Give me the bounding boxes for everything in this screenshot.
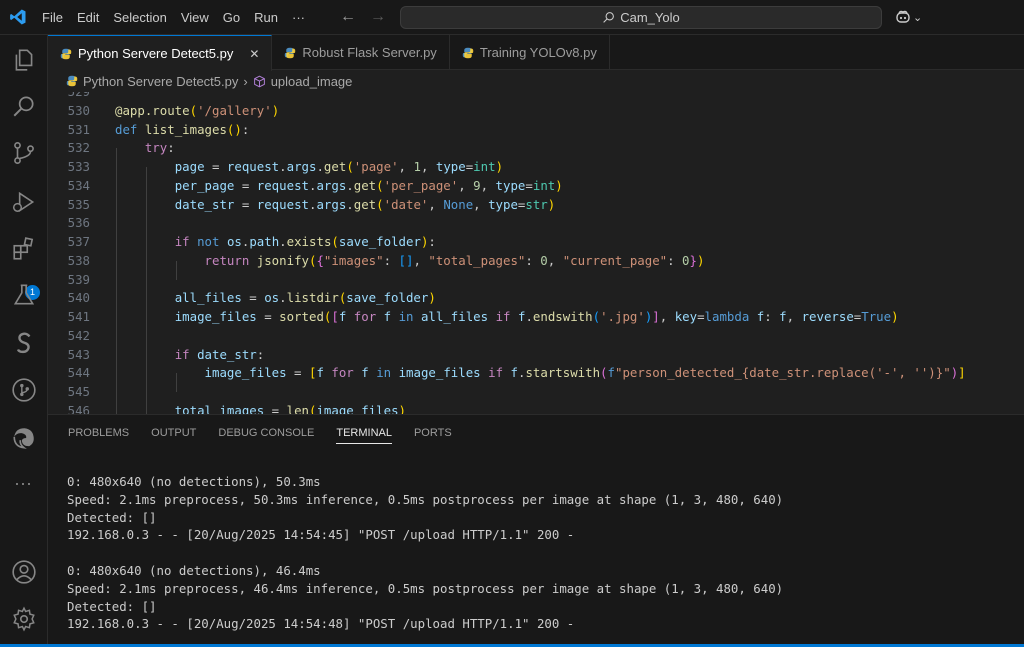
tab-label: Robust Flask Server.py (302, 45, 437, 60)
navigation-controls: ← → (340, 8, 386, 26)
code-text: if not os.path.exists(save_folder): (174, 234, 436, 249)
menu-bar: File Edit Selection View Go Run ··· (35, 0, 312, 35)
breadcrumb-separator: › (243, 73, 248, 89)
terminal-line: Speed: 2.1ms preprocess, 46.4ms inferenc… (67, 580, 784, 596)
s-extension-icon[interactable] (11, 330, 37, 356)
gear-icon[interactable] (11, 606, 37, 632)
code-line: 534 per_page = request.args.get('per_pag… (48, 177, 1024, 196)
code-line: 536 (67, 215, 90, 230)
terminal-output[interactable]: 0: 480x640 (no detections), 50.3ms Speed… (67, 473, 783, 633)
code-text: page = request.args.get('page', 1, type=… (174, 159, 504, 174)
code-line: 541 image_files = sorted([f for f in all… (48, 308, 1024, 327)
code-text: def list_images(): (115, 122, 250, 137)
code-editor[interactable]: 529 530@app.route('/gallery') 531def lis… (48, 92, 1024, 414)
terminal-line: Speed: 2.1ms preprocess, 50.3ms inferenc… (67, 491, 784, 507)
explorer-files-icon[interactable] (11, 47, 37, 73)
terminal-line: 0: 480x640 (no detections), 50.3ms (67, 474, 321, 489)
tab-training-yolov8[interactable]: Training YOLOv8.py (450, 35, 610, 70)
back-arrow-icon[interactable]: ← (340, 8, 356, 26)
code-text: image_files = [f for f in image_files if… (204, 365, 966, 380)
close-icon[interactable]: ✕ (249, 47, 259, 61)
code-line: 537 if not os.path.exists(save_folder): (48, 233, 1024, 252)
code-text: if date_str: (174, 347, 265, 362)
code-line: 538 return jsonify({"images": [], "total… (48, 252, 1024, 271)
menu-more[interactable]: ··· (285, 10, 312, 25)
extensions-icon[interactable] (11, 236, 37, 262)
panel-tabs: PROBLEMS OUTPUT DEBUG CONSOLE TERMINAL P… (68, 427, 452, 444)
code-text: @app.route('/gallery') (115, 103, 280, 118)
copilot-icon (896, 10, 910, 23)
code-line: 540 all_files = os.listdir(save_folder) (48, 289, 1024, 308)
python-file-icon (66, 75, 78, 87)
code-line: 531 def list_images(): (48, 121, 1024, 140)
breadcrumb-file[interactable]: Python Servere Detect5.py (83, 74, 238, 89)
copilot-menu[interactable]: ⌄ (895, 9, 922, 25)
testing-flask-icon[interactable] (11, 282, 37, 308)
terminal-line: 192.168.0.3 - - [20/Aug/2025 14:54:45] "… (67, 527, 575, 543)
python-file-icon (60, 48, 72, 59)
tab-problems[interactable]: PROBLEMS (68, 427, 129, 444)
search-text: Cam_Yolo (620, 10, 680, 25)
title-bar: File Edit Selection View Go Run ··· ← → … (0, 0, 1024, 35)
more-views-icon[interactable]: ··· (14, 473, 32, 494)
code-line: 530 @app.route('/gallery') (48, 102, 1024, 121)
menu-file[interactable]: File (35, 10, 70, 25)
code-line: 533 page = request.args.get('page', 1, t… (48, 158, 1024, 177)
run-debug-icon[interactable] (11, 189, 37, 215)
search-icon (603, 12, 615, 23)
tab-debug-console[interactable]: DEBUG CONSOLE (218, 427, 314, 444)
code-line: 546 total_images = len(image_files) (48, 402, 1024, 414)
tab-python-servere-detect5[interactable]: Python Servere Detect5.py ✕ (48, 35, 273, 71)
terminal-line: Detected: [] (67, 509, 157, 525)
chevron-down-icon: ⌄ (913, 11, 923, 24)
tab-robust-flask-server[interactable]: Robust Flask Server.py (272, 35, 450, 70)
tab-label: Python Servere Detect5.py (78, 46, 234, 61)
git-graph-icon[interactable] (11, 377, 37, 403)
terminal-line: Detected: [] (67, 598, 157, 614)
code-text: date_str = request.args.get('date', None… (174, 197, 556, 212)
menu-run[interactable]: Run (247, 10, 285, 25)
code-line: 545 (67, 384, 90, 399)
code-line: 542 (67, 328, 90, 343)
editor-tabs: Python Servere Detect5.py ✕ Robust Flask… (48, 35, 1024, 71)
code-text: total_images = len(image_files) (174, 403, 406, 414)
code-text: all_files = os.listdir(save_folder) (174, 290, 436, 305)
activity-bar: 1 ··· (0, 35, 48, 647)
method-cube-icon (253, 75, 265, 87)
tab-output[interactable]: OUTPUT (151, 427, 196, 444)
vscode-logo-icon[interactable] (9, 8, 27, 26)
code-line: 529 (48, 92, 1024, 102)
python-file-icon (462, 47, 474, 58)
tab-ports[interactable]: PORTS (414, 427, 452, 444)
code-text: try: (144, 140, 175, 155)
source-control-icon[interactable] (11, 140, 37, 166)
menu-edit[interactable]: Edit (70, 10, 106, 25)
terminal-line: 0: 480x640 (no detections), 46.4ms (67, 562, 321, 578)
tab-terminal[interactable]: TERMINAL (336, 427, 392, 444)
code-line: 535 date_str = request.args.get('date', … (48, 196, 1024, 215)
menu-view[interactable]: View (174, 10, 216, 25)
terminal-line: 192.168.0.3 - - [20/Aug/2025 14:54:48] "… (67, 616, 575, 632)
bottom-panel: PROBLEMS OUTPUT DEBUG CONSOLE TERMINAL P… (48, 414, 1024, 647)
forward-arrow-icon[interactable]: → (370, 8, 386, 26)
search-icon[interactable] (11, 93, 37, 119)
code-line: 543 if date_str: (48, 346, 1024, 365)
breadcrumb: Python Servere Detect5.py › upload_image (48, 70, 1024, 92)
account-icon[interactable] (11, 559, 37, 585)
command-center-search[interactable]: Cam_Yolo (400, 6, 882, 29)
code-line: 544 image_files = [f for f in image_file… (48, 364, 1024, 383)
code-text: per_page = request.args.get('per_page', … (174, 178, 563, 193)
breadcrumb-symbol[interactable]: upload_image (271, 74, 353, 89)
code-line: 532 try: (48, 139, 1024, 158)
code-line: 539 (67, 272, 90, 287)
edge-browser-icon[interactable] (11, 425, 37, 451)
menu-go[interactable]: Go (216, 10, 247, 25)
menu-selection[interactable]: Selection (106, 10, 173, 25)
code-text: return jsonify({"images": [], "total_pag… (204, 253, 705, 268)
python-file-icon (285, 47, 296, 58)
code-text: image_files = sorted([f for f in all_fil… (174, 309, 899, 324)
tab-label: Training YOLOv8.py (479, 45, 597, 60)
